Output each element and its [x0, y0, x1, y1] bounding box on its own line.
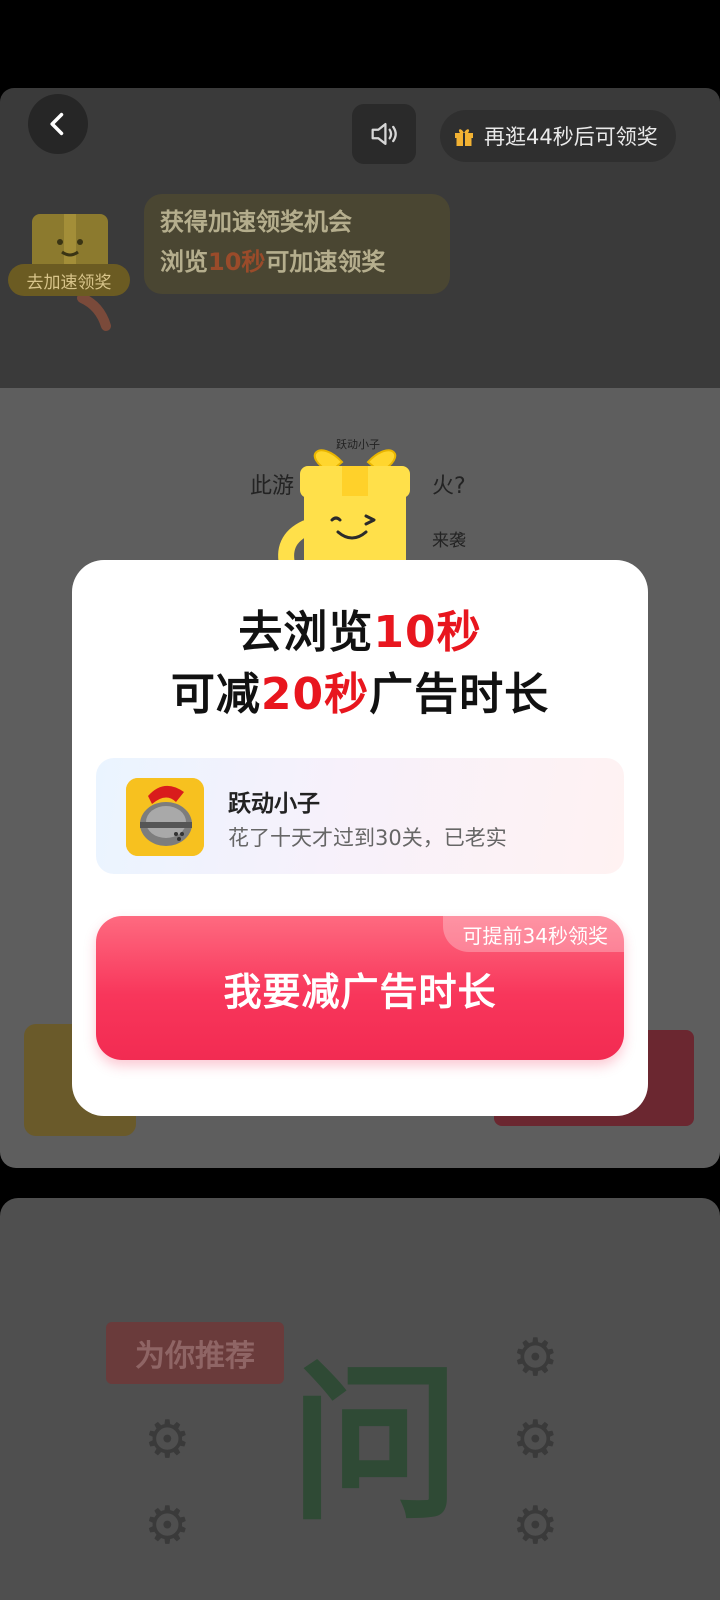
app-card[interactable]: 跃动小子 花了十天才过到30关，已老实	[96, 758, 624, 874]
dialog-title-line2: 可减20秒广告时长	[170, 669, 550, 720]
speed-up-button[interactable]: 去加速领奖	[8, 264, 130, 296]
sound-button[interactable]	[352, 104, 416, 164]
recommend-big-char: 问	[290, 1346, 461, 1544]
back-button[interactable]	[28, 94, 88, 154]
app-description: 花了十天才过到30关，已老实	[228, 826, 507, 850]
reduce-ad-time-button[interactable]: 我要减广告时长 可提前34秒领奖	[96, 916, 624, 1060]
reward-timer: 再逛44秒后可领奖	[440, 110, 676, 162]
knight-helmet-icon	[126, 778, 204, 856]
chevron-left-icon	[50, 112, 64, 136]
speed-up-line1: 获得加速领奖机会	[160, 208, 352, 236]
recommend-tag: 为你推荐	[106, 1322, 284, 1384]
dialog-title-line1: 去浏览10秒	[238, 607, 482, 658]
timer-text: 再逛44秒后可领奖	[484, 125, 658, 149]
app-icon	[126, 778, 204, 856]
speed-up-line2: 浏览10秒可加速领奖	[160, 248, 386, 276]
gear-icon: ⚙	[512, 1496, 559, 1556]
cta-label: 我要减广告时长	[223, 969, 497, 1014]
gear-icon: ⚙	[512, 1328, 559, 1388]
gift-icon	[455, 129, 473, 146]
gear-icon: ⚙	[144, 1496, 191, 1556]
speed-up-dialog: 去浏览10秒 可减20秒广告时长 跃动小子 花了十天才过到30关，已老实 我要减…	[72, 560, 648, 1116]
cta-corner-badge: 可提前34秒领奖	[442, 916, 624, 952]
speed-up-tip: 获得加速领奖机会 浏览10秒可加速领奖	[144, 194, 450, 294]
speaker-icon	[371, 122, 397, 146]
app-name: 跃动小子	[228, 791, 320, 817]
gear-icon: ⚙	[144, 1410, 191, 1470]
gear-icon: ⚙	[512, 1410, 559, 1470]
